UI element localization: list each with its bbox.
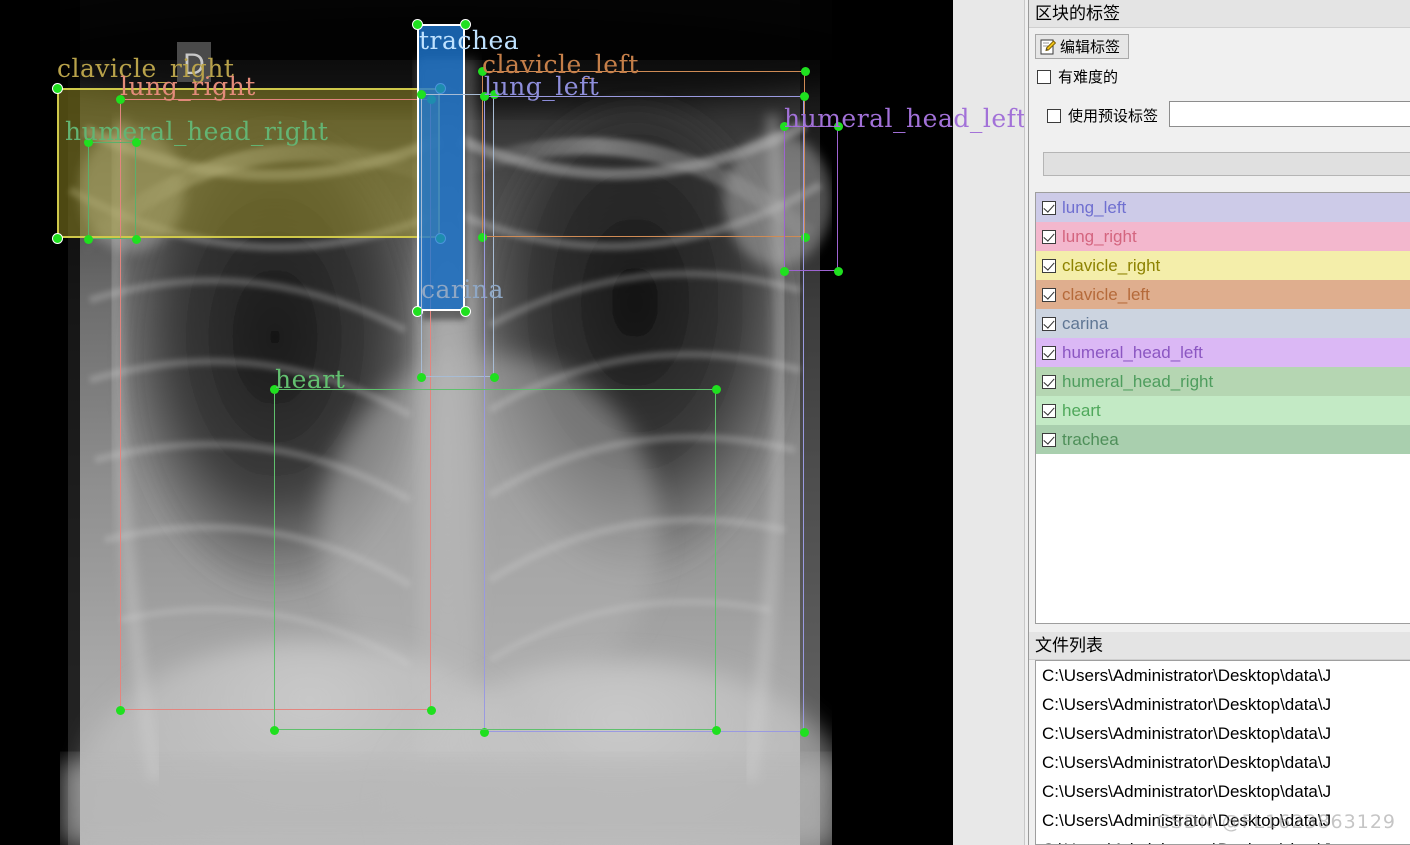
label-list-item-text: heart (1062, 400, 1101, 420)
bbox-resize-handle[interactable] (833, 266, 843, 276)
file-list[interactable]: C:\Users\Administrator\Desktop\data\J C:\… (1035, 660, 1410, 845)
image-canvas-area[interactable]: D clavicle_right lung_right humeral_head_r… (0, 0, 1028, 845)
label-list-item-text: clavicle_left (1062, 284, 1150, 304)
use-default-label-checkbox[interactable] (1047, 108, 1061, 123)
file-list-item[interactable]: C:\Users\Administrator\Desktop\data\J (1036, 835, 1410, 844)
label-visibility-checkbox[interactable] (1042, 200, 1056, 215)
file-list-item[interactable]: C:\Users\Administrator\Desktop\data\J (1036, 690, 1410, 719)
label-visibility-checkbox[interactable] (1042, 316, 1056, 331)
label-list-item[interactable]: clavicle_right (1036, 251, 1410, 280)
label-list-item[interactable]: lung_right (1036, 222, 1410, 251)
label-visibility-checkbox[interactable] (1042, 258, 1056, 273)
edit-pencil-icon (1040, 39, 1057, 55)
label-list-item-text: clavicle_right (1062, 255, 1161, 275)
use-default-label-text: 使用预设标签 (1068, 108, 1159, 125)
right-panel: 区块的标签 编辑标签 有难度的 使用预设标签 lung_left lung_ri… (1028, 0, 1410, 845)
label-visibility-checkbox[interactable] (1042, 432, 1056, 447)
label-list-item-text: humeral_head_left (1062, 342, 1203, 362)
labelimg-window: D clavicle_right lung_right humeral_head_r… (0, 0, 1410, 845)
file-dock: 文件列表 C:\Users\Administrator\Desktop\data… (1029, 632, 1410, 845)
difficult-checkbox[interactable] (1037, 69, 1051, 84)
label-list-item-text: humeral_head_right (1062, 371, 1214, 391)
difficult-checkbox-label: 有难度的 (1058, 69, 1119, 86)
label-list-item-text: lung_right (1062, 226, 1137, 246)
use-default-label-checkbox-row[interactable]: 使用预设标签 (1047, 105, 1158, 126)
label-visibility-checkbox[interactable] (1042, 403, 1056, 418)
file-list-item[interactable]: C:\Users\Administrator\Desktop\data\J (1036, 719, 1410, 748)
difficult-checkbox-row[interactable]: 有难度的 (1037, 66, 1118, 87)
label-list-item-text: carina (1062, 313, 1109, 333)
label-list-item[interactable]: heart (1036, 396, 1410, 425)
label-list-item-text: trachea (1062, 429, 1119, 449)
chest-xray-image: D (60, 0, 832, 845)
file-list-item[interactable]: C:\Users\Administrator\Desktop\data\J (1036, 777, 1410, 806)
label-visibility-checkbox[interactable] (1042, 345, 1056, 360)
label-visibility-checkbox[interactable] (1042, 287, 1056, 302)
label-dock: 区块的标签 编辑标签 有难度的 使用预设标签 lung_left lung_ri… (1029, 0, 1410, 630)
label-list-item-text: lung_left (1062, 197, 1127, 217)
label-visibility-checkbox[interactable] (1042, 374, 1056, 389)
edit-label-button[interactable]: 编辑标签 (1035, 34, 1130, 59)
label-list-item[interactable]: trachea (1036, 425, 1410, 454)
file-list-item[interactable]: C:\Users\Administrator\Desktop\data\J (1036, 748, 1410, 777)
label-visibility-checkbox[interactable] (1042, 229, 1056, 244)
label-dock-title: 区块的标签 (1029, 0, 1410, 28)
label-list-item[interactable]: humeral_head_right (1036, 367, 1410, 396)
file-dock-title: 文件列表 (1029, 632, 1410, 660)
edit-label-button-text: 编辑标签 (1060, 39, 1121, 56)
default-label-input[interactable] (1169, 101, 1410, 127)
label-list-item[interactable]: carina (1036, 309, 1410, 338)
svg-text:D: D (183, 48, 205, 81)
bbox-resize-handle[interactable] (833, 121, 843, 131)
label-status-strip (1043, 152, 1410, 176)
file-list-item[interactable]: C:\Users\Administrator\Desktop\data\J (1036, 806, 1410, 835)
canvas-background: D clavicle_right lung_right humeral_head_r… (0, 0, 1026, 845)
label-list[interactable]: lung_left lung_right clavicle_rightclavicl… (1035, 192, 1410, 624)
label-list-item[interactable]: humeral_head_left (1036, 338, 1410, 367)
file-list-item[interactable]: C:\Users\Administrator\Desktop\data\J (1036, 661, 1410, 690)
label-list-item[interactable]: lung_left (1036, 193, 1410, 222)
label-list-item[interactable]: clavicle_left (1036, 280, 1410, 309)
